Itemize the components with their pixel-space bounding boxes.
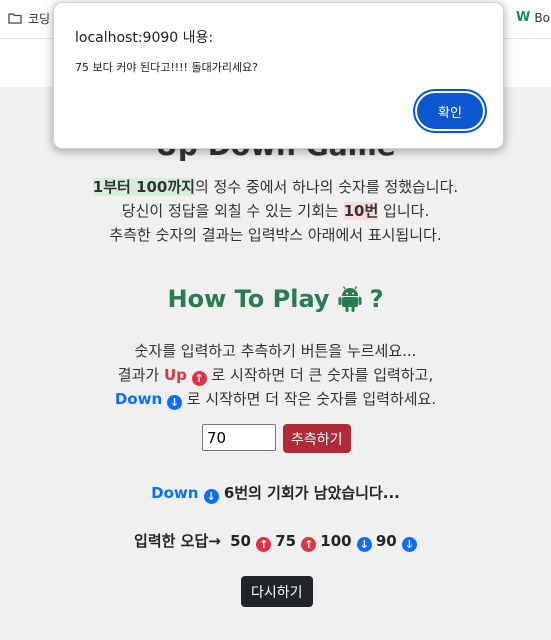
bookmark-folder-label: 코딩: [28, 12, 51, 26]
chances-highlight: 10번: [343, 202, 379, 220]
result-text: 6번의 기회가 남았습니다...: [223, 484, 400, 502]
down-label: Down: [114, 390, 163, 408]
intro-line-3: 추측한 숫자의 결과는 입력박스 아래에서 표시됩니다.: [109, 226, 442, 244]
guess-button[interactable]: 추측하기: [283, 424, 351, 453]
history-item: 100: [320, 532, 352, 550]
arrow-down-icon: ↓: [166, 395, 182, 410]
range-highlight: 1부터 100까지: [92, 178, 195, 196]
bookmark-w-icon: W: [516, 10, 531, 25]
arrow-up-icon: ↑: [256, 537, 272, 552]
game-page: Up Down Game 1부터 100까지의 정수 중에서 하나의 숫자를 정…: [0, 87, 551, 640]
result-message: Down ↓ 6번의 기회가 남았습니다...: [0, 482, 551, 504]
arrow-down-icon: ↓: [356, 537, 372, 552]
intro-line-1: 의 정수 중에서 하나의 숫자를 정했습니다.: [194, 178, 459, 196]
history-label: 입력한 오답→: [134, 532, 221, 550]
alert-title: localhost:9090 내용:: [75, 30, 214, 46]
intro-text: 1부터 100까지의 정수 중에서 하나의 숫자를 정했습니다. 당신이 정답을…: [0, 175, 551, 247]
history-item: 50: [230, 532, 251, 550]
alert-ok-button[interactable]: 확인: [417, 93, 483, 129]
how-to-play-heading: How To Play ?: [0, 285, 551, 313]
rule-3-suffix: 로 시작하면 더 작은 숫자를 입력하세요.: [181, 390, 437, 408]
guess-form: 추측하기: [202, 424, 351, 453]
bookmark-item[interactable]: W Bo: [516, 10, 550, 25]
guess-input[interactable]: [202, 424, 276, 451]
wrong-guess-history: 입력한 오답→ 50 ↑ 75 ↑ 100 ↓ 90 ↓: [0, 530, 551, 552]
android-icon: [338, 286, 362, 312]
bookmark-item-label: Bo: [534, 10, 550, 25]
history-item: 75: [275, 532, 297, 550]
arrow-up-icon: ↑: [301, 537, 317, 552]
history-item: 90: [375, 532, 397, 550]
arrow-down-icon: ↓: [401, 537, 417, 552]
bookmark-folder[interactable]: 코딩: [8, 10, 50, 27]
rule-2-suffix: 로 시작하면 더 큰 숫자를 입력하고,: [206, 366, 434, 384]
history-list: 50 ↑ 75 ↑ 100 ↓ 90 ↓: [226, 532, 417, 552]
rule-line-1: 숫자를 입력하고 추측하기 버튼을 누르세요...: [134, 342, 417, 360]
up-label: Up: [163, 366, 187, 384]
alert-dialog: localhost:9090 내용: 75 보다 커야 된다고!!!! 돌대가리…: [53, 2, 504, 149]
rules-text: 숫자를 입력하고 추측하기 버튼을 누르세요... 결과가 Up ↑ 로 시작하…: [0, 339, 551, 411]
rule-2-prefix: 결과가: [117, 366, 164, 384]
question-mark: ?: [369, 285, 384, 313]
how-to-play-title: How To Play: [167, 285, 330, 313]
intro-line-2-end: 입니다.: [378, 202, 430, 220]
reset-button[interactable]: 다시하기: [241, 576, 313, 607]
result-direction: Down: [151, 484, 199, 502]
arrow-down-icon: ↓: [203, 489, 219, 504]
rule-line-3: Down ↓ 로 시작하면 더 작은 숫자를 입력하세요.: [0, 387, 551, 411]
arrow-up-icon: ↑: [191, 371, 207, 386]
intro-line-2: 당신이 정답을 외칠 수 있는 기회는: [121, 202, 344, 220]
rule-line-2: 결과가 Up ↑ 로 시작하면 더 큰 숫자를 입력하고,: [0, 363, 551, 387]
alert-message: 75 보다 커야 된다고!!!! 돌대가리세요?: [75, 61, 259, 74]
folder-icon: [8, 13, 22, 24]
